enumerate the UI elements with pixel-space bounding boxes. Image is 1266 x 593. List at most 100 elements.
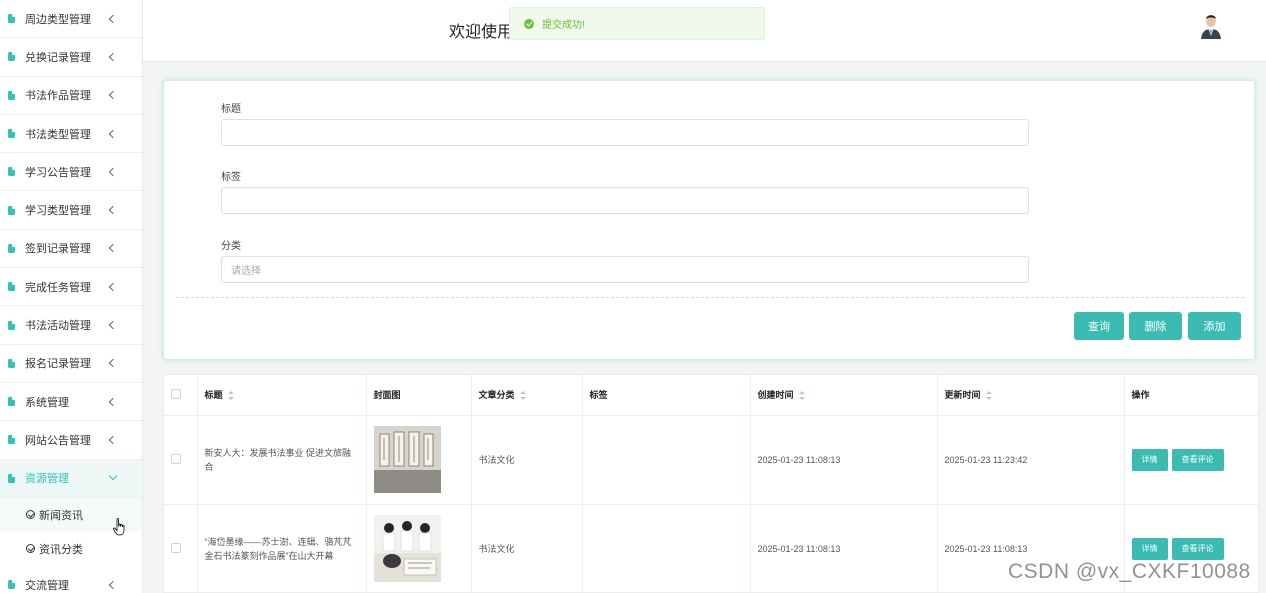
row-title: “海岱墨缘——苏士澍、连辑、骆芃芃金石书法篆刻作品展”在山大开幕 [197,504,367,592]
file-icon [8,52,15,62]
column-header-label: 更新时间 [944,390,981,401]
column-header-label: 操作 [1131,390,1150,401]
row-created-time: 2025-01-23 11:08:13 [750,415,938,505]
tag-label: 标签 [221,172,241,183]
tag-input[interactable] [221,187,1029,214]
sidebar-item-label: 完成任务管理 [25,281,91,294]
sidebar-item-resource[interactable]: 资源管理 [0,459,142,498]
sidebar-item-label: 周边类型管理 [25,13,91,26]
sort-icon[interactable] [227,391,234,401]
sidebar-item-system[interactable]: 系统管理 [0,383,142,422]
query-button[interactable]: 查询 [1074,312,1124,340]
column-header-label: 标签 [589,390,608,401]
title-input[interactable] [221,119,1029,146]
view-comments-button[interactable]: 查看评论 [1171,537,1224,560]
sidebar-item-signup-record[interactable]: 报名记录管理 [0,345,142,383]
sidebar-item-label: 交流管理 [25,579,69,592]
select-all-cell [164,375,198,416]
app-root: 周边类型管理 兑换记录管理 书法作品管理 书法类型管理 学习公告管理 学习类型管… [0,0,1266,593]
sort-icon[interactable] [519,391,526,401]
check-circle-icon [26,510,35,520]
sidebar-item-study-type[interactable]: 学习类型管理 [0,191,142,230]
column-header-category[interactable]: 文章分类 [471,375,583,416]
sidebar-item-label: 兑换记录管理 [25,51,91,64]
delete-button[interactable]: 删除 [1129,312,1182,340]
chevron-left-icon [108,580,118,589]
file-icon [8,90,15,100]
hand-cursor-icon [113,518,125,536]
file-icon [8,320,15,330]
view-comments-button[interactable]: 查看评论 [1171,448,1224,471]
avatar[interactable] [1196,9,1226,39]
sidebar-item-label: 报名记录管理 [25,358,91,371]
column-header-actions: 操作 [1124,375,1258,416]
welcome-title: 欢迎使用 [449,24,514,41]
category-label: 分类 [221,241,241,252]
file-icon [8,435,15,445]
sidebar-item-peripheral-type[interactable]: 周边类型管理 [0,0,142,39]
table-row: 新安人大：发展书法事业 促进文旅融合 书法文化 2025-01-23 11:08… [164,415,1258,505]
table-header-row: 标题 封面图 文章分类 标签 创建时间 更新时间 操作 [164,375,1258,416]
chevron-left-icon [108,14,118,23]
sidebar-item-label: 书法活动管理 [25,320,91,333]
column-header-title[interactable]: 标题 [197,375,367,416]
sidebar-item-communication[interactable]: 交流管理 [0,566,142,593]
check-circle-icon [26,544,35,554]
category-select[interactable]: 请选择 [221,256,1029,283]
sidebar-item-calligraphy-type[interactable]: 书法类型管理 [0,115,142,154]
file-icon [8,580,15,589]
row-title: 新安人大：发展书法事业 促进文旅融合 [197,415,367,505]
row-actions: 详情 查看评论 [1124,415,1258,505]
sidebar-item-study-notice[interactable]: 学习公告管理 [0,153,142,192]
chevron-left-icon [108,435,118,445]
detail-button[interactable]: 详情 [1131,448,1168,471]
sidebar-item-label: 网站公告管理 [25,434,91,447]
cover-image[interactable] [373,426,441,493]
chevron-down-icon [108,471,118,481]
csdn-watermark: CSDN @vx_CXKF10088 [1008,560,1251,583]
row-category: 书法文化 [471,415,583,505]
chevron-left-icon [108,359,118,368]
chevron-left-icon [108,90,118,100]
success-toast: 提交成功! [509,7,765,40]
row-select-cell [164,504,198,592]
detail-button[interactable]: 详情 [1131,537,1168,560]
row-cover [366,415,472,505]
column-header-created[interactable]: 创建时间 [750,375,938,416]
sidebar-item-label: 书法作品管理 [25,90,91,103]
sidebar-item-label: 资源管理 [25,473,69,486]
select-all-checkbox[interactable] [171,388,181,399]
column-header-label: 创建时间 [757,390,794,401]
search-panel: 标题 标签 分类 请选择 查询 删除 添加 [163,80,1255,360]
sidebar-item-checkin-record[interactable]: 签到记录管理 [0,230,142,269]
cover-image[interactable] [373,515,441,582]
add-button[interactable]: 添加 [1188,312,1241,340]
column-header-label: 标题 [204,390,223,401]
chevron-left-icon [108,129,118,138]
column-header-label: 封面图 [373,390,401,401]
row-checkbox[interactable] [171,453,181,464]
chevron-left-icon [108,167,118,177]
row-created-time: 2025-01-23 11:08:13 [750,504,938,592]
row-checkbox[interactable] [171,542,181,553]
sidebar-item-completed-task[interactable]: 完成任务管理 [0,268,142,307]
sidebar-subitem-label: 资讯分类 [39,543,83,556]
sidebar-item-calligraphy-work[interactable]: 书法作品管理 [0,77,142,115]
file-icon [8,167,15,177]
sidebar-item-calligraphy-activity[interactable]: 书法活动管理 [0,306,142,345]
sort-icon[interactable] [798,391,805,401]
file-icon [8,473,15,483]
sidebar-item-label: 学习类型管理 [25,205,91,218]
sort-icon[interactable] [985,391,992,401]
sidebar-item-site-notice[interactable]: 网站公告管理 [0,421,142,460]
sidebar-subitem-news-category[interactable]: 资讯分类 [0,531,142,566]
sidebar-item-exchange-record[interactable]: 兑换记录管理 [0,38,142,77]
file-icon [8,358,15,368]
row-tag [582,504,751,592]
row-cover [366,504,472,592]
toast-text: 提交成功! [542,20,585,31]
sidebar-item-label: 学习公告管理 [25,166,91,179]
file-icon [8,282,15,292]
divider [176,297,1244,298]
column-header-updated[interactable]: 更新时间 [937,375,1125,416]
